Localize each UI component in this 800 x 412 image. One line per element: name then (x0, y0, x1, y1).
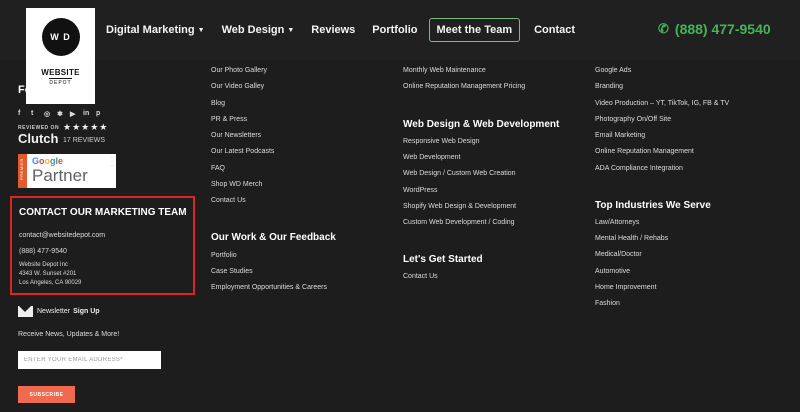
footer-link[interactable]: Portfolio (211, 252, 237, 259)
rating-stars: ★★★★★ (63, 122, 109, 132)
contact-email-link[interactable]: contact@websitedepot.com (19, 232, 105, 239)
footer-link[interactable]: Photography On/Off Site (595, 116, 671, 123)
footer-link[interactable]: Contact Us (403, 273, 438, 280)
youtube-icon[interactable]: ▶ (70, 110, 83, 118)
newsletter-prefix: Newsletter (37, 308, 71, 315)
newsletter-signup-label: Newsletter Sign Up (18, 306, 100, 317)
google-partner-badge[interactable]: PREMIER Google Partner · · · (18, 154, 116, 188)
footer-link[interactable]: Video Production – YT, TikTok, IG, FB & … (595, 100, 729, 107)
meet-the-team-button[interactable]: Meet the Team (428, 18, 521, 42)
footer-link[interactable]: Web Design / Custom Web Creation (403, 170, 516, 177)
twitter-icon[interactable]: t (31, 110, 44, 118)
yelp-icon[interactable]: ✱ (57, 110, 70, 118)
nav-contact[interactable]: Contact (534, 24, 575, 36)
newsletter-email-input[interactable] (18, 351, 161, 369)
footer-link[interactable]: Blog (211, 100, 225, 107)
section-heading-our-work: Our Work & Our Feedback (211, 232, 336, 243)
logo-word-depot: DEPOT (49, 78, 72, 86)
logo-mark: W D (41, 18, 80, 56)
footer-link[interactable]: Medical/Doctor (595, 251, 642, 258)
more-dots-icon: · · · (111, 155, 113, 169)
header-phone-number: (888) 477-9540 (674, 21, 771, 37)
footer-link[interactable]: PR & Press (211, 116, 247, 123)
contact-marketing-team-box: CONTACT OUR MARKETING TEAM contact@websi… (10, 196, 195, 295)
nav-web-design[interactable]: Web Design ▼ (222, 24, 295, 36)
google-letter: e (58, 156, 64, 166)
nav-reviews[interactable]: Reviews (311, 24, 355, 36)
footer-link[interactable]: Home Improvement (595, 284, 656, 291)
footer-link[interactable]: Fashion (595, 300, 620, 307)
mail-icon (18, 306, 33, 317)
nav-portfolio[interactable]: Portfolio (372, 24, 417, 36)
footer-link[interactable]: Custom Web Development / Coding (403, 219, 515, 226)
footer-link[interactable]: Our Latest Podcasts (211, 148, 274, 155)
footer-link[interactable]: FAQ (211, 165, 225, 172)
footer-link[interactable]: Our Video Galley (211, 83, 264, 90)
section-heading-get-started: Let's Get Started (403, 254, 483, 265)
footer-link[interactable]: Web Development (403, 154, 460, 161)
main-menu: Digital Marketing ▼ Web Design ▼ Reviews… (106, 0, 592, 60)
footer-link[interactable]: Our Newsletters (211, 132, 261, 139)
footer-link[interactable]: Responsive Web Design (403, 138, 480, 145)
clutch-logo[interactable]: Clutch (18, 131, 58, 146)
website-depot-logo[interactable]: W D WEBSITE DEPOT (26, 8, 95, 104)
address-line-1: Website Depot Inc (19, 262, 68, 268)
pinterest-icon[interactable]: p (96, 110, 109, 118)
section-heading-web-design: Web Design & Web Development (403, 119, 560, 130)
footer-link[interactable]: WordPress (403, 187, 438, 194)
header-phone-link[interactable]: ✆ (888) 477-9540 (658, 21, 771, 37)
instagram-icon[interactable]: ◎ (44, 110, 57, 118)
premier-label: PREMIER (19, 158, 24, 180)
footer-link[interactable]: Online Reputation Management (595, 148, 694, 155)
logo-word-website: WEBSITE (41, 68, 80, 77)
footer-link[interactable]: ADA Compliance Integration (595, 165, 683, 172)
footer-link[interactable]: Email Marketing (595, 132, 645, 139)
address-line-3: Los Angeles, CA 90029 (19, 280, 82, 286)
newsletter-description: Receive News, Updates & More! (18, 331, 120, 338)
partner-word: Partner (32, 166, 88, 185)
footer-link[interactable]: Monthly Web Maintenance (403, 67, 486, 74)
phone-icon: ✆ (658, 21, 669, 36)
review-count: 17 REVIEWS (63, 137, 106, 144)
contact-title: CONTACT OUR MARKETING TEAM (19, 207, 187, 218)
section-heading-industries: Top Industries We Serve (595, 200, 711, 211)
address-line-2: 4343 W. Sunset #201 (19, 271, 77, 277)
footer-link[interactable]: Case Studies (211, 268, 253, 275)
social-icons: f t ◎ ✱ ▶ in p (18, 110, 109, 118)
footer-link[interactable]: Google Ads (595, 67, 631, 74)
contact-phone-link[interactable]: (888) 477-9540 (19, 248, 67, 255)
google-wordmark: Google (32, 156, 63, 166)
footer-link[interactable]: Branding (595, 83, 623, 90)
subscribe-button[interactable]: SUBSCRIBE (18, 386, 75, 403)
newsletter-signup-bold: Sign Up (73, 308, 100, 315)
footer-link[interactable]: Our Photo Gallery (211, 67, 267, 74)
nav-digital-marketing[interactable]: Digital Marketing ▼ (106, 24, 205, 36)
footer-link[interactable]: Online Reputation Management Pricing (403, 83, 525, 90)
footer-link[interactable]: Shop WD Merch (211, 181, 262, 188)
linkedin-icon[interactable]: in (83, 110, 96, 118)
footer-link[interactable]: Contact Us (211, 197, 246, 204)
nav-web-design-label: Web Design (221, 24, 285, 36)
footer-link[interactable]: Law/Attorneys (595, 219, 639, 226)
footer-link[interactable]: Mental Health / Rehabs (595, 235, 668, 242)
chevron-down-icon: ▼ (287, 26, 295, 34)
footer-link[interactable]: Automotive (595, 268, 630, 275)
facebook-icon[interactable]: f (18, 110, 31, 118)
google-letter: G (32, 156, 40, 166)
nav-digital-marketing-label: Digital Marketing (106, 24, 195, 36)
chevron-down-icon: ▼ (197, 26, 205, 34)
footer-link[interactable]: Employment Opportunities & Careers (211, 284, 327, 291)
footer-link[interactable]: Shopify Web Design & Development (403, 203, 516, 210)
